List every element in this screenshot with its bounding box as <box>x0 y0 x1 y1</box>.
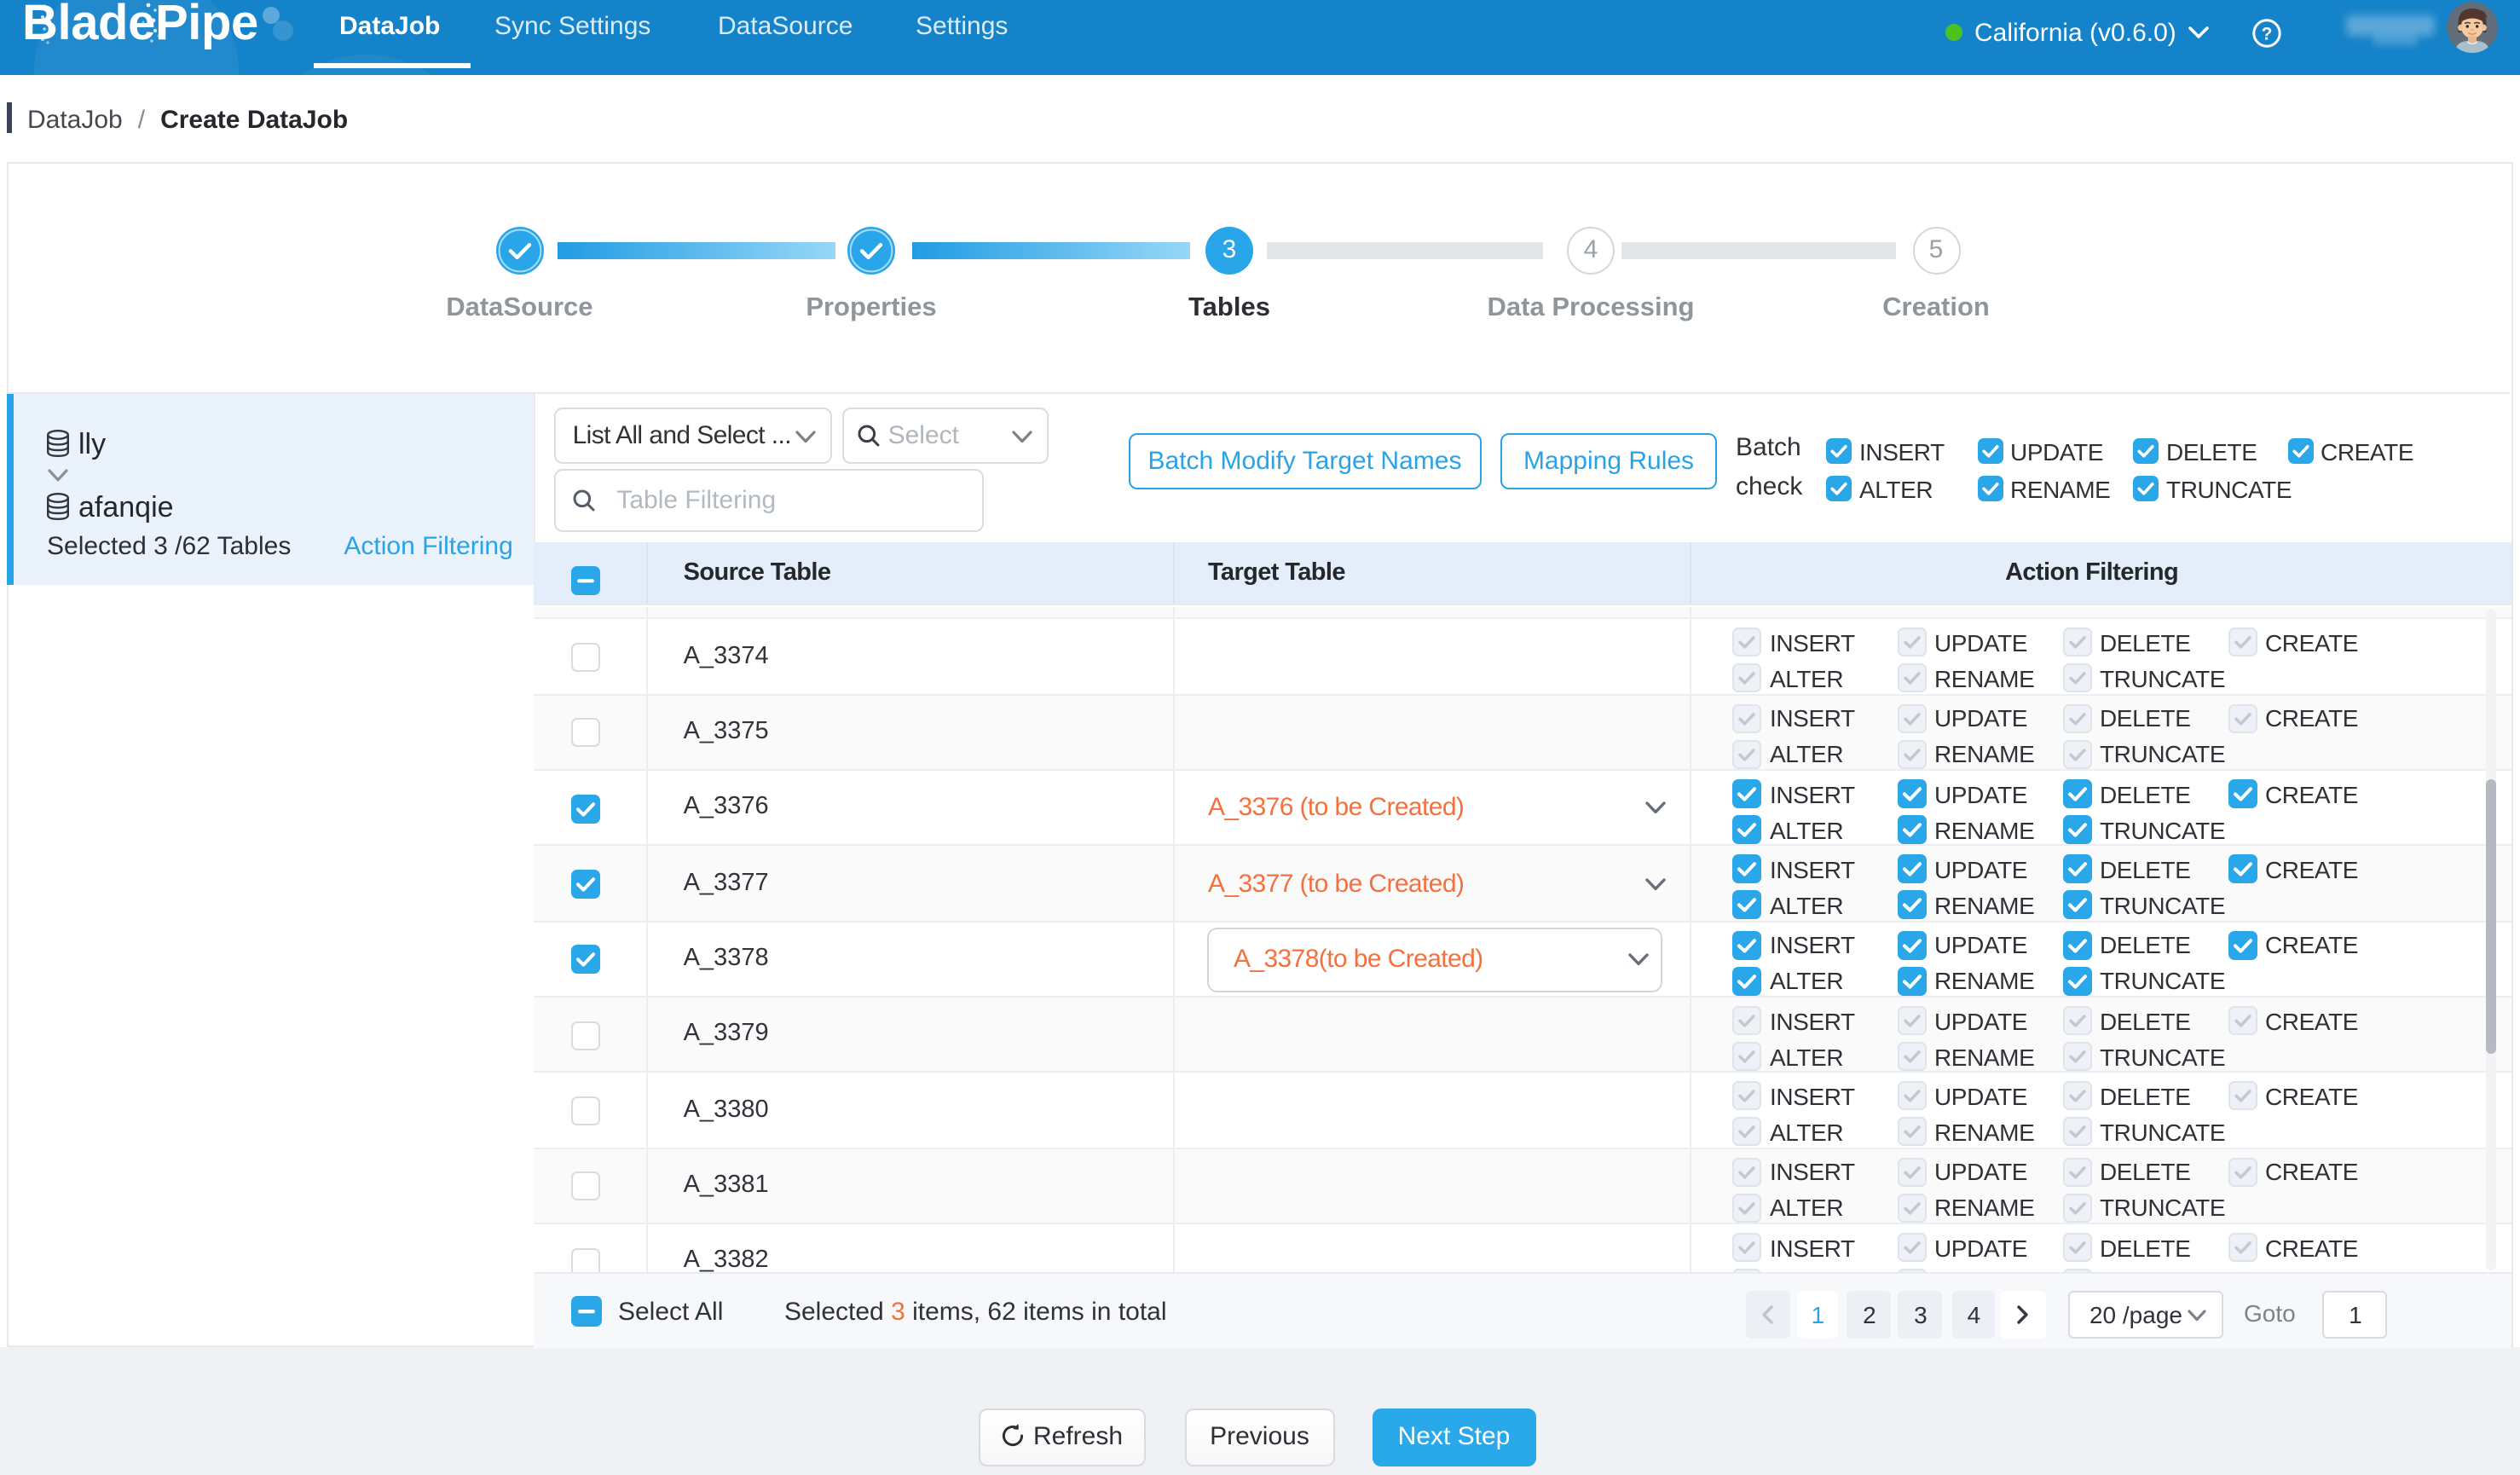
svg-text:?: ? <box>2262 23 2273 43</box>
